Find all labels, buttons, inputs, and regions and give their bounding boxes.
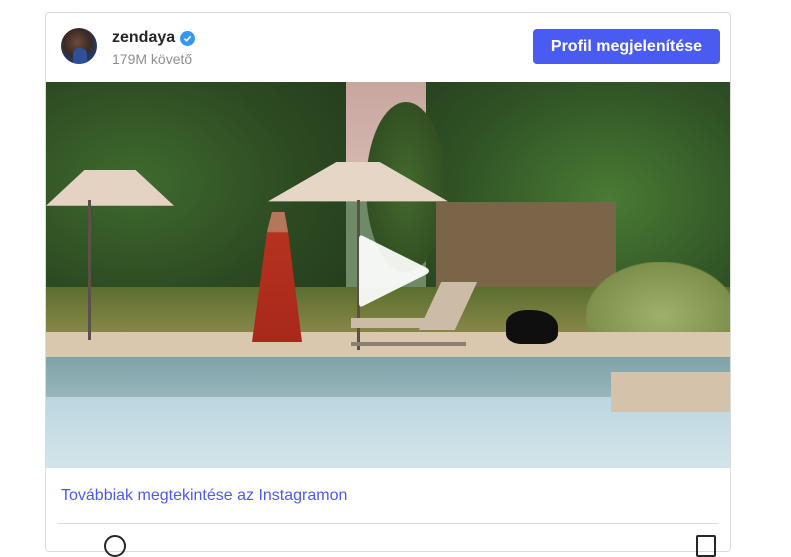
pool-step [611, 372, 730, 412]
verified-badge-icon [180, 30, 196, 46]
avatar[interactable] [61, 28, 97, 64]
umbrella-left-pole [88, 200, 91, 340]
video-thumbnail[interactable] [46, 82, 730, 468]
follower-count: 179M követő [112, 51, 193, 67]
divider [58, 523, 718, 524]
like-icon[interactable] [104, 535, 126, 557]
dog-figure [506, 310, 558, 344]
instagram-embed-card: zendaya 179M követő Profil megjelenítése… [45, 12, 731, 557]
username[interactable]: zendaya [112, 29, 175, 47]
post-header: zendaya 179M követő Profil megjelenítése [46, 13, 730, 81]
bookmark-icon[interactable] [696, 535, 716, 557]
view-more-on-instagram-link[interactable]: Továbbiak megtekintése az Instagramon [61, 487, 347, 505]
username-row[interactable]: zendaya [112, 29, 196, 47]
play-icon[interactable] [351, 230, 433, 312]
view-profile-button[interactable]: Profil megjelenítése [533, 29, 720, 64]
